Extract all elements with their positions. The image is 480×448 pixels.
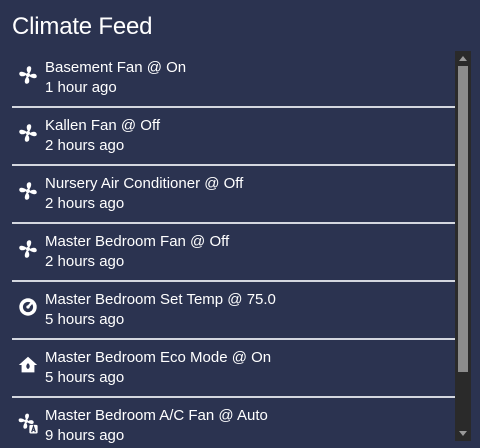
fan-icon xyxy=(17,122,39,144)
item-time: 1 hour ago xyxy=(45,79,117,96)
item-time: 2 hours ago xyxy=(45,253,125,270)
feed-scrollbar[interactable] xyxy=(455,51,471,441)
item-name: Kallen Fan @ Off xyxy=(45,117,161,134)
item-time: 2 hours ago xyxy=(45,195,125,212)
item-time: 2 hours ago xyxy=(45,137,125,154)
item-time: 5 hours ago xyxy=(45,369,125,386)
climate-feed-panel: Climate Feed Basement Fan @ On 1 hour ag… xyxy=(0,0,480,448)
item-name: Master Bedroom Eco Mode @ On xyxy=(45,349,272,366)
item-name: Master Bedroom A/C Fan @ Auto xyxy=(45,407,268,424)
list-item[interactable]: Nursery Air Conditioner @ Off 2 hours ag… xyxy=(12,166,455,224)
fan-auto-icon xyxy=(17,412,39,434)
item-time: 9 hours ago xyxy=(45,427,125,444)
item-time: 5 hours ago xyxy=(45,311,125,328)
item-name: Master Bedroom Set Temp @ 75.0 xyxy=(45,291,276,308)
page-title: Climate Feed xyxy=(12,13,153,40)
fan-icon xyxy=(17,64,39,86)
item-name: Basement Fan @ On xyxy=(45,59,187,76)
scroll-down-arrow-icon[interactable] xyxy=(455,427,471,441)
list-item[interactable]: Master Bedroom Fan @ Off 2 hours ago xyxy=(12,224,455,282)
feed-list[interactable]: Basement Fan @ On 1 hour ago Kallen Fan … xyxy=(12,50,455,448)
fan-icon xyxy=(17,180,39,202)
fan-icon xyxy=(17,238,39,260)
item-name: Master Bedroom Fan @ Off xyxy=(45,233,230,250)
item-name: Nursery Air Conditioner @ Off xyxy=(45,175,244,192)
thermostat-icon xyxy=(17,296,39,318)
scrollbar-thumb[interactable] xyxy=(458,66,468,372)
eco-home-icon xyxy=(17,354,39,376)
list-item[interactable]: Master Bedroom Eco Mode @ On 5 hours ago xyxy=(12,340,455,398)
list-item[interactable]: Basement Fan @ On 1 hour ago xyxy=(12,50,455,108)
list-item[interactable]: Kallen Fan @ Off 2 hours ago xyxy=(12,108,455,166)
scroll-up-arrow-icon[interactable] xyxy=(455,51,471,65)
list-item[interactable]: Master Bedroom A/C Fan @ Auto 9 hours ag… xyxy=(12,398,455,448)
list-item[interactable]: Master Bedroom Set Temp @ 75.0 5 hours a… xyxy=(12,282,455,340)
